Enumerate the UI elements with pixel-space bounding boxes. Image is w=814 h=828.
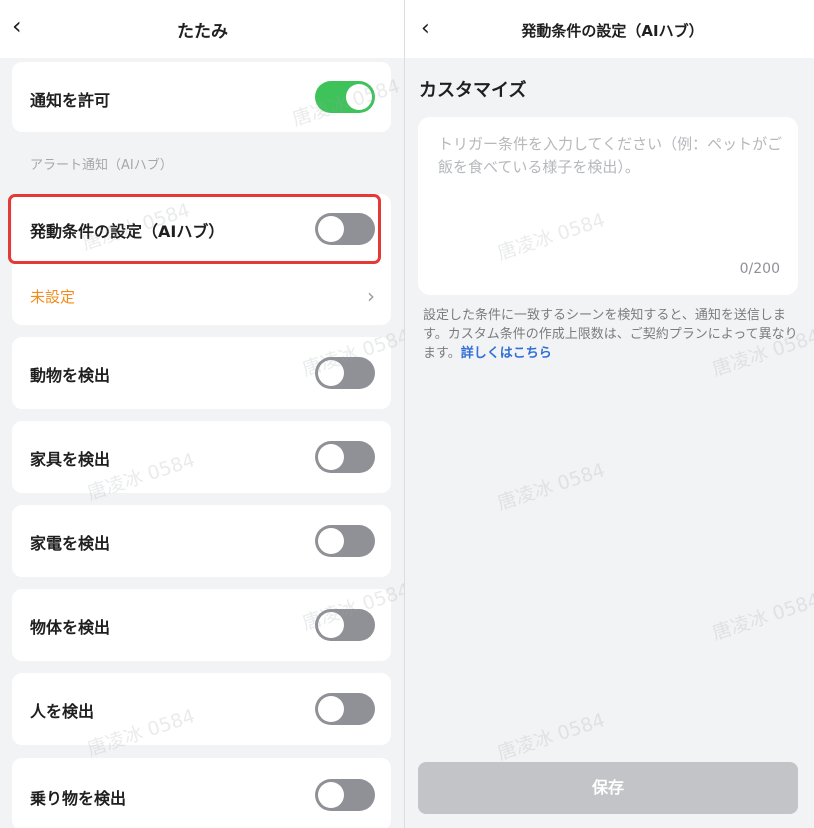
- detection-row-appliance: 家電を検出: [12, 505, 391, 577]
- detection-row-vehicle: 乗り物を検出: [12, 758, 391, 828]
- furniture-toggle[interactable]: [315, 441, 375, 473]
- watermark: 唐凌冰 0584: [494, 459, 608, 515]
- customize-heading: カスタマイズ: [419, 80, 527, 101]
- char-counter: 0/200: [739, 261, 780, 277]
- appliance-toggle[interactable]: [315, 525, 375, 557]
- page-title: 発動条件の設定（AIハブ）: [521, 22, 704, 40]
- vehicle-toggle[interactable]: [315, 779, 375, 811]
- detection-label: 乗り物を検出: [30, 789, 127, 808]
- detection-row-animal: 動物を検出: [12, 337, 391, 409]
- notification-label: 通知を許可: [30, 91, 111, 110]
- trigger-settings-panel: ‹ 発動条件の設定（AIハブ） カスタマイズ トリガー条件を入力してください（例…: [405, 0, 814, 828]
- learn-more-link[interactable]: 詳しくはこちら: [461, 346, 552, 361]
- trigger-condition-input[interactable]: トリガー条件を入力してください（例：ペットがご飯を食べている様子を検出）。 0/…: [418, 117, 798, 295]
- detection-row-object: 物体を検出: [12, 589, 391, 661]
- notification-toggle[interactable]: [315, 81, 375, 113]
- description-text: 設定した条件に一致するシーンを検知すると、通知を送信します。カスタム条件の作成上…: [423, 306, 798, 363]
- chevron-right-icon[interactable]: ›: [367, 284, 375, 308]
- header: ‹ 発動条件の設定（AIハブ）: [405, 0, 814, 58]
- input-placeholder: トリガー条件を入力してください（例：ペットがご飯を食べている様子を検出）。: [438, 135, 783, 176]
- object-toggle[interactable]: [315, 609, 375, 641]
- animal-toggle[interactable]: [315, 357, 375, 389]
- trigger-row: 発動条件の設定（AIハブ）: [12, 194, 391, 262]
- detection-label: 動物を検出: [30, 366, 111, 385]
- detection-label: 人を検出: [30, 702, 95, 721]
- page-title: たたみ: [177, 22, 228, 42]
- detection-label: 物体を検出: [30, 618, 111, 637]
- notification-card: 通知を許可: [12, 62, 391, 132]
- trigger-label: 発動条件の設定（AIハブ）: [30, 222, 225, 241]
- trigger-card: 発動条件の設定（AIハブ） 未設定 ›: [12, 194, 391, 325]
- watermark: 唐凌冰 0584: [494, 709, 608, 765]
- person-toggle[interactable]: [315, 693, 375, 725]
- trigger-status[interactable]: 未設定: [30, 286, 75, 307]
- detection-label: 家具を検出: [30, 450, 111, 469]
- detection-row-person: 人を検出: [12, 673, 391, 745]
- save-button[interactable]: 保存: [418, 762, 798, 814]
- detection-label: 家電を検出: [30, 534, 111, 553]
- detection-row-furniture: 家具を検出: [12, 421, 391, 493]
- trigger-toggle[interactable]: [315, 213, 375, 245]
- settings-panel: ‹ たたみ 通知を許可 アラート通知（AIハブ） 発動条件の設定（AIハブ） 未…: [0, 0, 405, 828]
- header: ‹ たたみ: [0, 0, 404, 58]
- watermark: 唐凌冰 0584: [709, 589, 814, 645]
- section-title: アラート通知（AIハブ）: [30, 158, 173, 173]
